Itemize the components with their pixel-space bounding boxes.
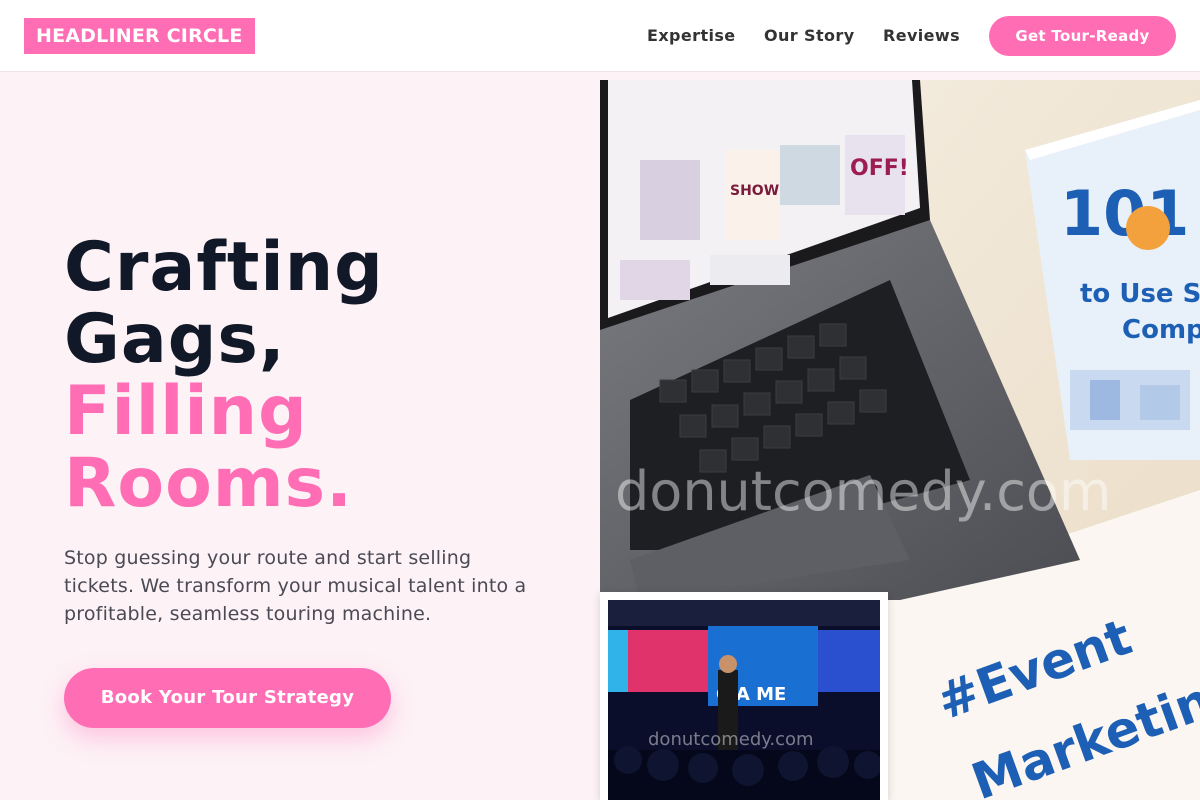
nav-link-our-story[interactable]: Our Story (764, 0, 855, 72)
hero-title-line-4: Rooms. (64, 444, 353, 523)
get-tour-ready-button[interactable]: Get Tour-Ready (989, 16, 1176, 56)
book-tour-strategy-button[interactable]: Book Your Tour Strategy (64, 668, 391, 728)
inset-photo: CIA ME donutcomedy.com (600, 592, 888, 800)
screen-logo: OFF! (850, 156, 909, 181)
nav-link-expertise[interactable]: Expertise (647, 0, 736, 72)
book-number: 101 (1060, 177, 1189, 250)
stage-photo: CIA ME donutcomedy.com (608, 600, 880, 800)
hero-title-line-2: Gags, (64, 300, 286, 379)
hero-subtitle: Stop guessing your route and start selli… (64, 547, 527, 625)
inset-watermark: donutcomedy.com (648, 729, 814, 750)
book-line-1: to Use S (1080, 279, 1200, 309)
book-line-2: Comp (1122, 315, 1200, 345)
hero-title-line-3: Filling (64, 372, 308, 451)
brand-logo[interactable]: HEADLINER CIRCLE (24, 18, 255, 54)
hero-title: Crafting Gags, Filling Rooms. (64, 232, 584, 520)
site-header: HEADLINER CIRCLE Expertise Our Story Rev… (0, 0, 1200, 72)
nav-link-reviews[interactable]: Reviews (883, 0, 960, 72)
hero-title-line-1: Crafting (64, 228, 384, 307)
image-watermark: donutcomedy.com (615, 460, 1112, 523)
